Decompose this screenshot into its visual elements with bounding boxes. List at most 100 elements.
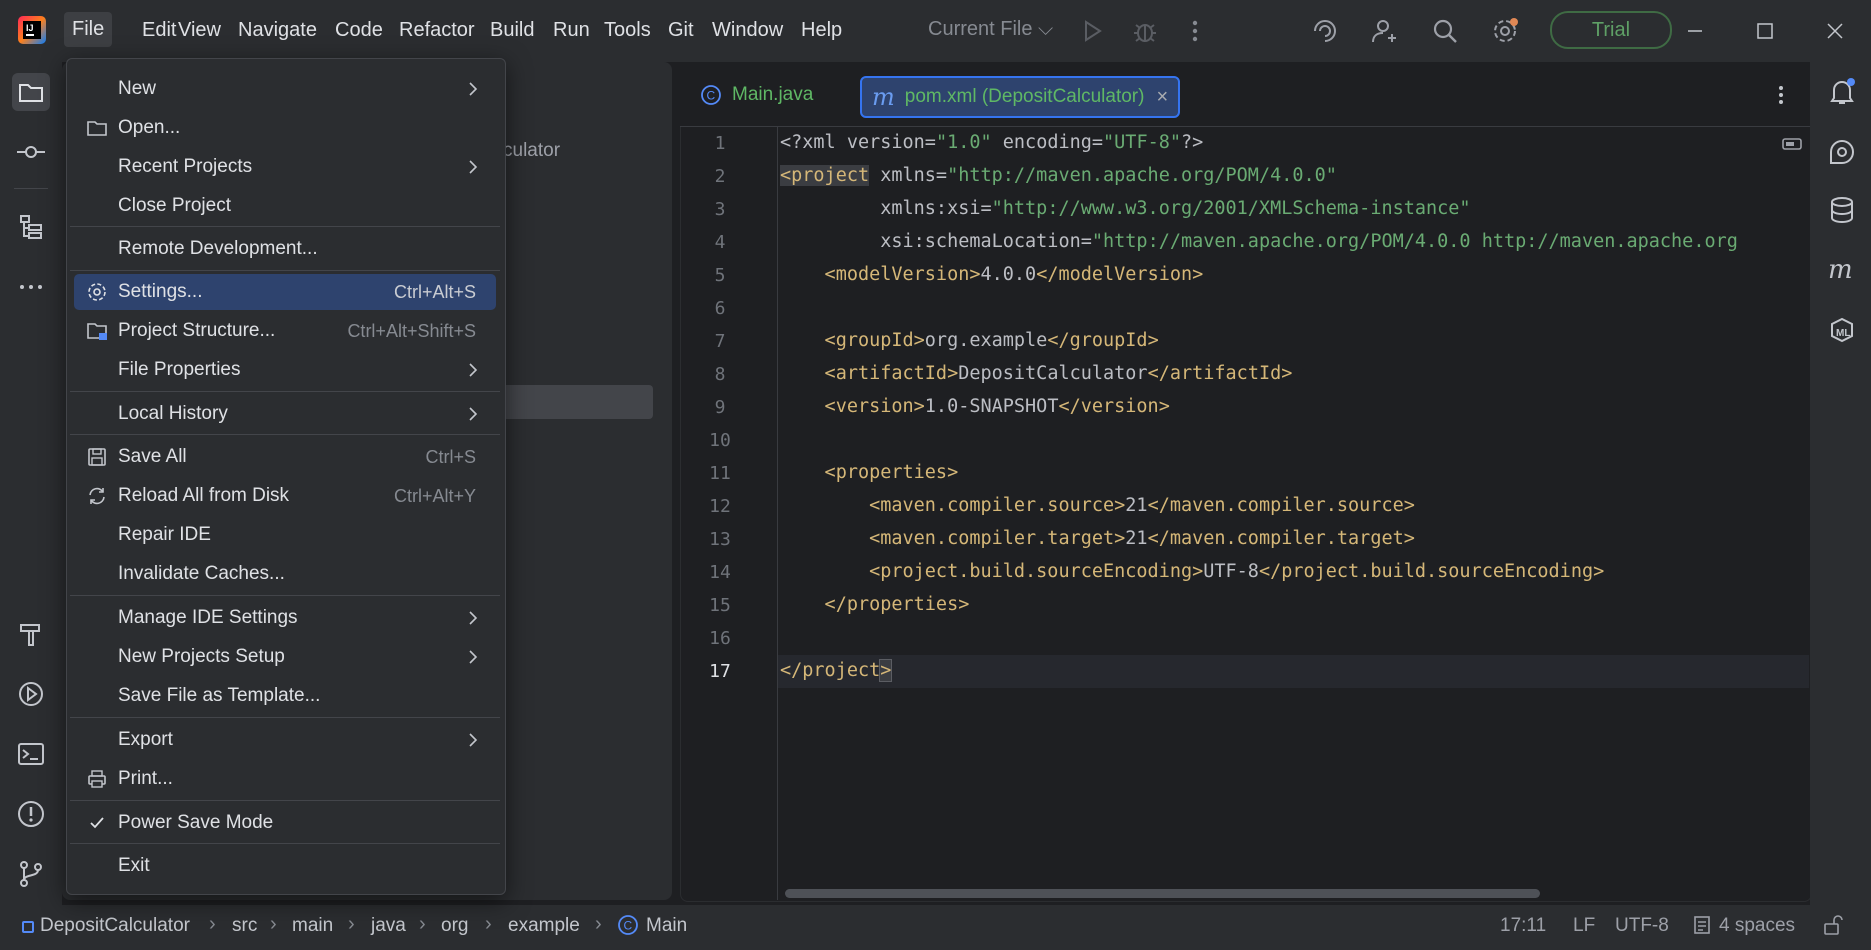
menu-item-remote-development[interactable]: Remote Development... xyxy=(74,231,496,267)
menu-window[interactable]: Window xyxy=(706,17,789,44)
menu-item-settings[interactable]: Settings... Ctrl+Alt+S xyxy=(74,274,496,310)
line-separator[interactable]: LF xyxy=(1573,915,1595,937)
more-actions-icon[interactable] xyxy=(1180,16,1210,46)
breadcrumb-java[interactable]: java xyxy=(371,915,406,937)
git-branch-icon[interactable] xyxy=(12,855,50,893)
menu-help[interactable]: Help xyxy=(795,17,848,44)
breadcrumb-class[interactable]: Main xyxy=(646,915,687,937)
line-number: 11 xyxy=(709,463,731,484)
project-tool-icon[interactable] xyxy=(12,73,50,111)
services-icon[interactable] xyxy=(12,675,50,713)
breadcrumb-example[interactable]: example xyxy=(508,915,580,937)
right-tool-strip xyxy=(1810,62,1871,905)
code-line[interactable]: </properties> xyxy=(780,594,970,615)
search-icon[interactable] xyxy=(1430,16,1460,46)
menu-item-save-file-as-template[interactable]: Save File as Template... xyxy=(74,678,496,714)
gradle-ml-icon[interactable]: ML xyxy=(1826,314,1858,346)
menu-item-repair-ide[interactable]: Repair IDE xyxy=(74,517,496,553)
chevron-right-icon: › xyxy=(419,913,426,935)
code-line[interactable]: <maven.compiler.source>21</maven.compile… xyxy=(780,495,1415,516)
code-line[interactable]: xmlns:xsi="http://www.w3.org/2001/XMLSch… xyxy=(780,198,1470,219)
maximize-icon[interactable] xyxy=(1750,16,1780,46)
ai-chat-icon[interactable] xyxy=(1826,136,1858,168)
intellij-logo-icon[interactable]: IJ xyxy=(18,16,46,44)
structure-tool-icon[interactable] xyxy=(12,208,50,246)
menu-refactor[interactable]: Refactor xyxy=(393,17,481,44)
tab-close-icon[interactable]: × xyxy=(1156,86,1168,109)
menu-item-print[interactable]: Print... xyxy=(74,761,496,797)
code-line[interactable]: <groupId>org.example</groupId> xyxy=(780,330,1159,351)
indent-setting[interactable]: 4 spaces xyxy=(1719,915,1795,937)
terminal-icon[interactable] xyxy=(12,735,50,773)
code-line[interactable]: <project.build.sourceEncoding>UTF-8</pro… xyxy=(780,561,1604,582)
run-icon[interactable] xyxy=(1077,16,1107,46)
database-icon[interactable] xyxy=(1826,194,1858,226)
code-line[interactable]: <modelVersion>4.0.0</modelVersion> xyxy=(780,264,1204,285)
code-line[interactable]: <version>1.0-SNAPSHOT</version> xyxy=(780,396,1170,417)
menu-item-exit[interactable]: Exit xyxy=(74,848,496,884)
project-tree-selected-row[interactable] xyxy=(500,385,653,419)
menu-item-local-history[interactable]: Local History xyxy=(74,396,496,432)
menu-item-save-all[interactable]: Save All Ctrl+S xyxy=(74,439,496,475)
code-line[interactable]: <project xmlns="http://maven.apache.org/… xyxy=(780,165,1337,186)
menu-item-file-properties[interactable]: File Properties xyxy=(74,352,496,388)
menu-file[interactable]: File xyxy=(64,12,113,47)
build-hammer-icon[interactable] xyxy=(12,615,50,653)
menu-item-power-save-mode[interactable]: Power Save Mode xyxy=(74,805,496,841)
maven-tool-icon[interactable]: m xyxy=(1826,254,1858,286)
breadcrumb-project[interactable]: DepositCalculator xyxy=(40,915,190,937)
menu-item-project-structure[interactable]: Project Structure... Ctrl+Alt+Shift+S xyxy=(74,313,496,349)
tab-main-java[interactable]: C Main.java xyxy=(700,76,813,114)
code-line-current[interactable]: </project> xyxy=(780,659,893,682)
reader-mode-icon[interactable] xyxy=(1782,136,1804,152)
menu-item-export[interactable]: Export xyxy=(74,722,496,758)
menu-item-new[interactable]: New xyxy=(74,71,496,107)
file-encoding[interactable]: UTF-8 xyxy=(1615,915,1669,937)
menu-view[interactable]: View xyxy=(172,17,227,44)
line-number: 2 xyxy=(714,166,726,187)
tab-pom-xml[interactable]: m pom.xml (DepositCalculator) × xyxy=(860,76,1181,118)
menu-git[interactable]: Git xyxy=(662,17,700,44)
settings-gear-icon[interactable] xyxy=(1490,16,1520,46)
trial-badge[interactable]: Trial xyxy=(1550,11,1672,49)
code-line[interactable]: <properties> xyxy=(780,462,959,483)
menu-navigate[interactable]: Navigate xyxy=(232,17,323,44)
menu-item-reload-all[interactable]: Reload All from Disk Ctrl+Alt+Y xyxy=(74,478,496,514)
menu-code[interactable]: Code xyxy=(329,17,389,44)
chevron-right-icon: › xyxy=(270,913,277,935)
caret-position[interactable]: 17:11 xyxy=(1500,915,1546,937)
more-tools-icon[interactable] xyxy=(12,268,50,306)
run-configuration-selector[interactable]: Current File ⌵ xyxy=(928,18,1053,41)
breadcrumb-src[interactable]: src xyxy=(232,915,257,937)
code-line[interactable]: xsi:schemaLocation="http://maven.apache.… xyxy=(780,231,1738,252)
menu-item-close-project[interactable]: Close Project xyxy=(74,188,496,224)
code-line[interactable]: <artifactId>DepositCalculator</artifactI… xyxy=(780,363,1293,384)
editor-tabs-menu-icon[interactable] xyxy=(1770,80,1792,110)
menu-tools[interactable]: Tools xyxy=(598,17,657,44)
code-line[interactable]: <maven.compiler.target>21</maven.compile… xyxy=(780,528,1415,549)
gear-icon xyxy=(88,283,106,301)
add-user-icon[interactable] xyxy=(1370,16,1400,46)
lock-icon[interactable] xyxy=(1822,914,1844,936)
menu-item-invalidate-caches[interactable]: Invalidate Caches... xyxy=(74,556,496,592)
horizontal-scrollbar[interactable] xyxy=(785,889,1540,898)
menu-separator xyxy=(70,800,500,801)
project-tree-item[interactable]: culator xyxy=(503,140,560,162)
debug-icon[interactable] xyxy=(1130,16,1160,46)
menu-separator xyxy=(70,434,500,435)
menu-item-manage-ide-settings[interactable]: Manage IDE Settings xyxy=(74,600,496,636)
menu-item-recent-projects[interactable]: Recent Projects xyxy=(74,149,496,185)
minimize-icon[interactable] xyxy=(1680,16,1710,46)
close-window-icon[interactable] xyxy=(1820,16,1850,46)
menu-run[interactable]: Run xyxy=(547,17,596,44)
commit-tool-icon[interactable] xyxy=(12,133,50,171)
notifications-icon[interactable] xyxy=(1826,76,1858,108)
ai-assistant-icon[interactable] xyxy=(1310,16,1340,46)
menu-item-open[interactable]: Open... xyxy=(74,110,496,146)
breadcrumb-main[interactable]: main xyxy=(292,915,333,937)
problems-icon[interactable] xyxy=(12,795,50,833)
code-line[interactable]: <?xml version="1.0" encoding="UTF-8"?> xyxy=(780,132,1203,153)
menu-item-new-projects-setup[interactable]: New Projects Setup xyxy=(74,639,496,675)
breadcrumb-org[interactable]: org xyxy=(441,915,468,937)
menu-build[interactable]: Build xyxy=(484,17,540,44)
